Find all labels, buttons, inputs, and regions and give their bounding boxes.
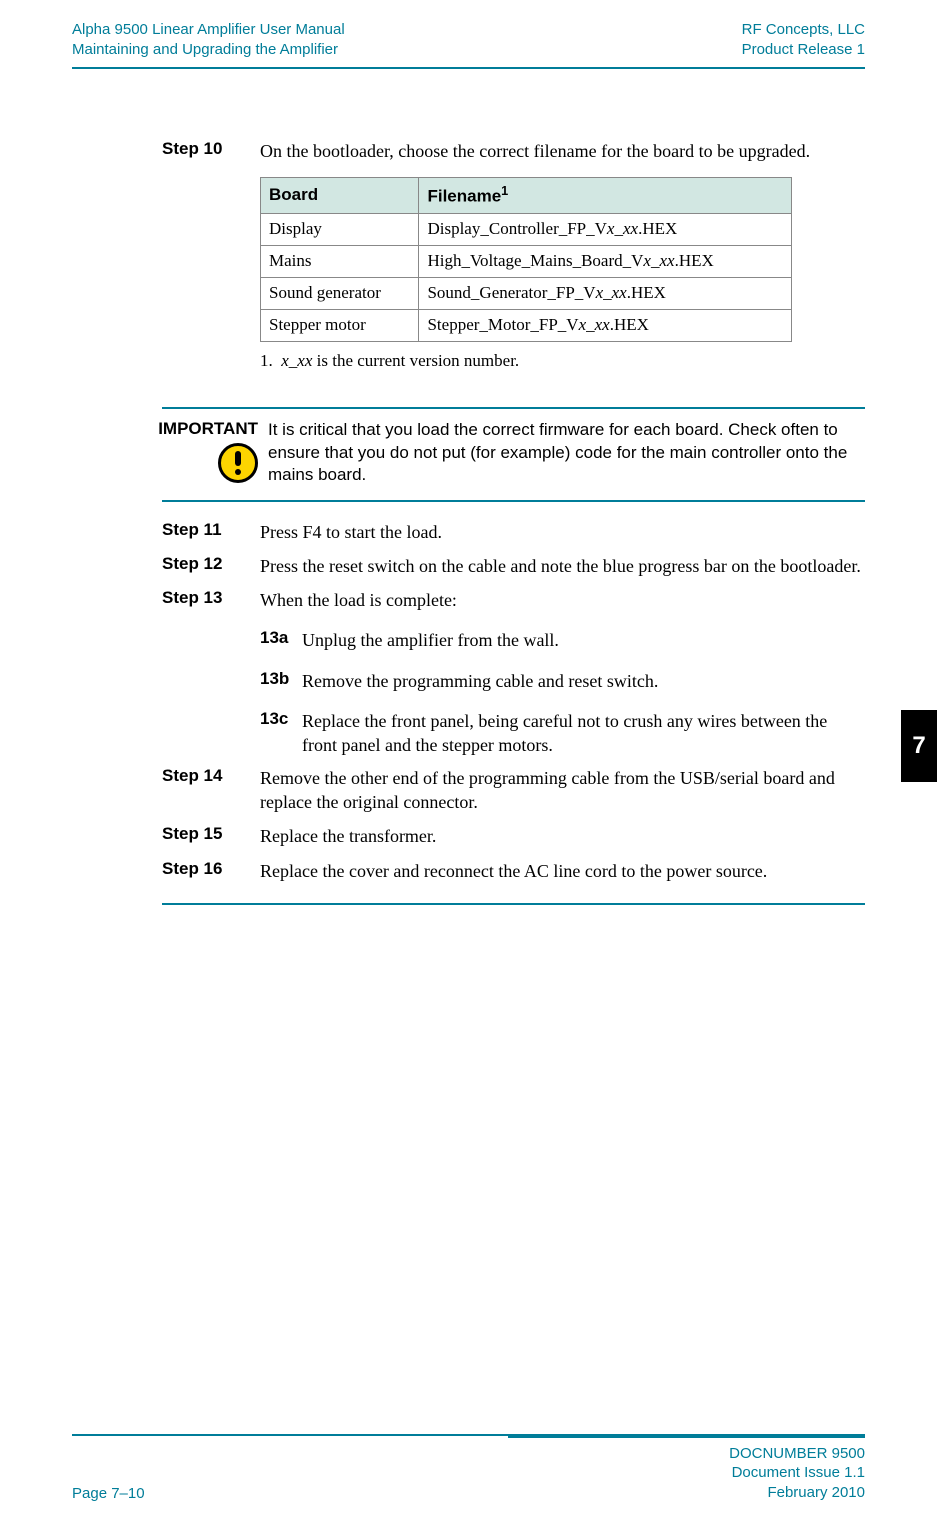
substep-13c-text: Replace the front panel, being careful n…: [302, 709, 865, 758]
footer-date: February 2010: [729, 1483, 865, 1503]
step-14-text: Remove the other end of the programming …: [260, 766, 865, 815]
table-row: Sound generator Sound_Generator_FP_Vx_xx…: [261, 277, 792, 309]
footer-page: Page 7–10: [72, 1485, 145, 1502]
substep-13a-text: Unplug the amplifier from the wall.: [302, 628, 865, 652]
exclamation-icon: [218, 443, 258, 483]
substep-13b: 13b Remove the programming cable and res…: [260, 669, 865, 693]
step-13: Step 13 When the load is complete:: [162, 588, 865, 612]
step-12: Step 12 Press the reset switch on the ca…: [162, 554, 865, 578]
table-footnote: 1. x_xx is the current version number.: [260, 350, 865, 373]
step-10-label: Step 10: [162, 139, 260, 159]
page-header: Alpha 9500 Linear Amplifier User Manual …: [72, 20, 865, 69]
page-footer: Page 7–10 DOCNUMBER 9500 Document Issue …: [72, 1434, 865, 1503]
step-12-text: Press the reset switch on the cable and …: [260, 554, 865, 578]
step-14-label: Step 14: [162, 766, 260, 786]
important-text: It is critical that you load the correct…: [268, 419, 865, 488]
step-15-text: Replace the transformer.: [260, 824, 865, 848]
step-16-text: Replace the cover and reconnect the AC l…: [260, 859, 865, 883]
step-10-text: On the bootloader, choose the correct fi…: [260, 139, 865, 163]
section-end-rule: [162, 903, 865, 905]
step-13-text: When the load is complete:: [260, 588, 865, 612]
step-14: Step 14 Remove the other end of the prog…: [162, 766, 865, 815]
table-row: Mains High_Voltage_Mains_Board_Vx_xx.HEX: [261, 245, 792, 277]
header-left-line1: Alpha 9500 Linear Amplifier User Manual: [72, 20, 345, 40]
important-callout: IMPORTANT It is critical that you load t…: [162, 407, 865, 502]
substep-13b-text: Remove the programming cable and reset s…: [302, 669, 865, 693]
step-11-text: Press F4 to start the load.: [260, 520, 865, 544]
footer-docnumber: DOCNUMBER 9500: [729, 1444, 865, 1464]
step-13-label: Step 13: [162, 588, 260, 608]
step-11: Step 11 Press F4 to start the load.: [162, 520, 865, 544]
step-16: Step 16 Replace the cover and reconnect …: [162, 859, 865, 883]
substep-13c: 13c Replace the front panel, being caref…: [260, 709, 865, 758]
important-label: IMPORTANT: [72, 419, 258, 439]
chapter-tab: 7: [901, 710, 937, 782]
table-head-board: Board: [261, 178, 419, 214]
header-left-line2: Maintaining and Upgrading the Amplifier: [72, 40, 345, 60]
step-15-label: Step 15: [162, 824, 260, 844]
substep-13a-label: 13a: [260, 628, 302, 648]
table-row: Display Display_Controller_FP_Vx_xx.HEX: [261, 213, 792, 245]
step-12-label: Step 12: [162, 554, 260, 574]
step-11-label: Step 11: [162, 520, 260, 540]
substep-13a: 13a Unplug the amplifier from the wall.: [260, 628, 865, 652]
step-10: Step 10 On the bootloader, choose the co…: [162, 139, 865, 373]
substep-13c-label: 13c: [260, 709, 302, 729]
footer-issue: Document Issue 1.1: [729, 1463, 865, 1483]
header-right-line2: Product Release 1: [742, 40, 865, 60]
substep-13b-label: 13b: [260, 669, 302, 689]
table-row: Stepper motor Stepper_Motor_FP_Vx_xx.HEX: [261, 309, 792, 341]
header-right-line1: RF Concepts, LLC: [742, 20, 865, 40]
step-15: Step 15 Replace the transformer.: [162, 824, 865, 848]
table-head-filename: Filename1: [419, 178, 792, 214]
filename-table: Board Filename1 Display Display_Controll…: [260, 177, 792, 341]
step-16-label: Step 16: [162, 859, 260, 879]
